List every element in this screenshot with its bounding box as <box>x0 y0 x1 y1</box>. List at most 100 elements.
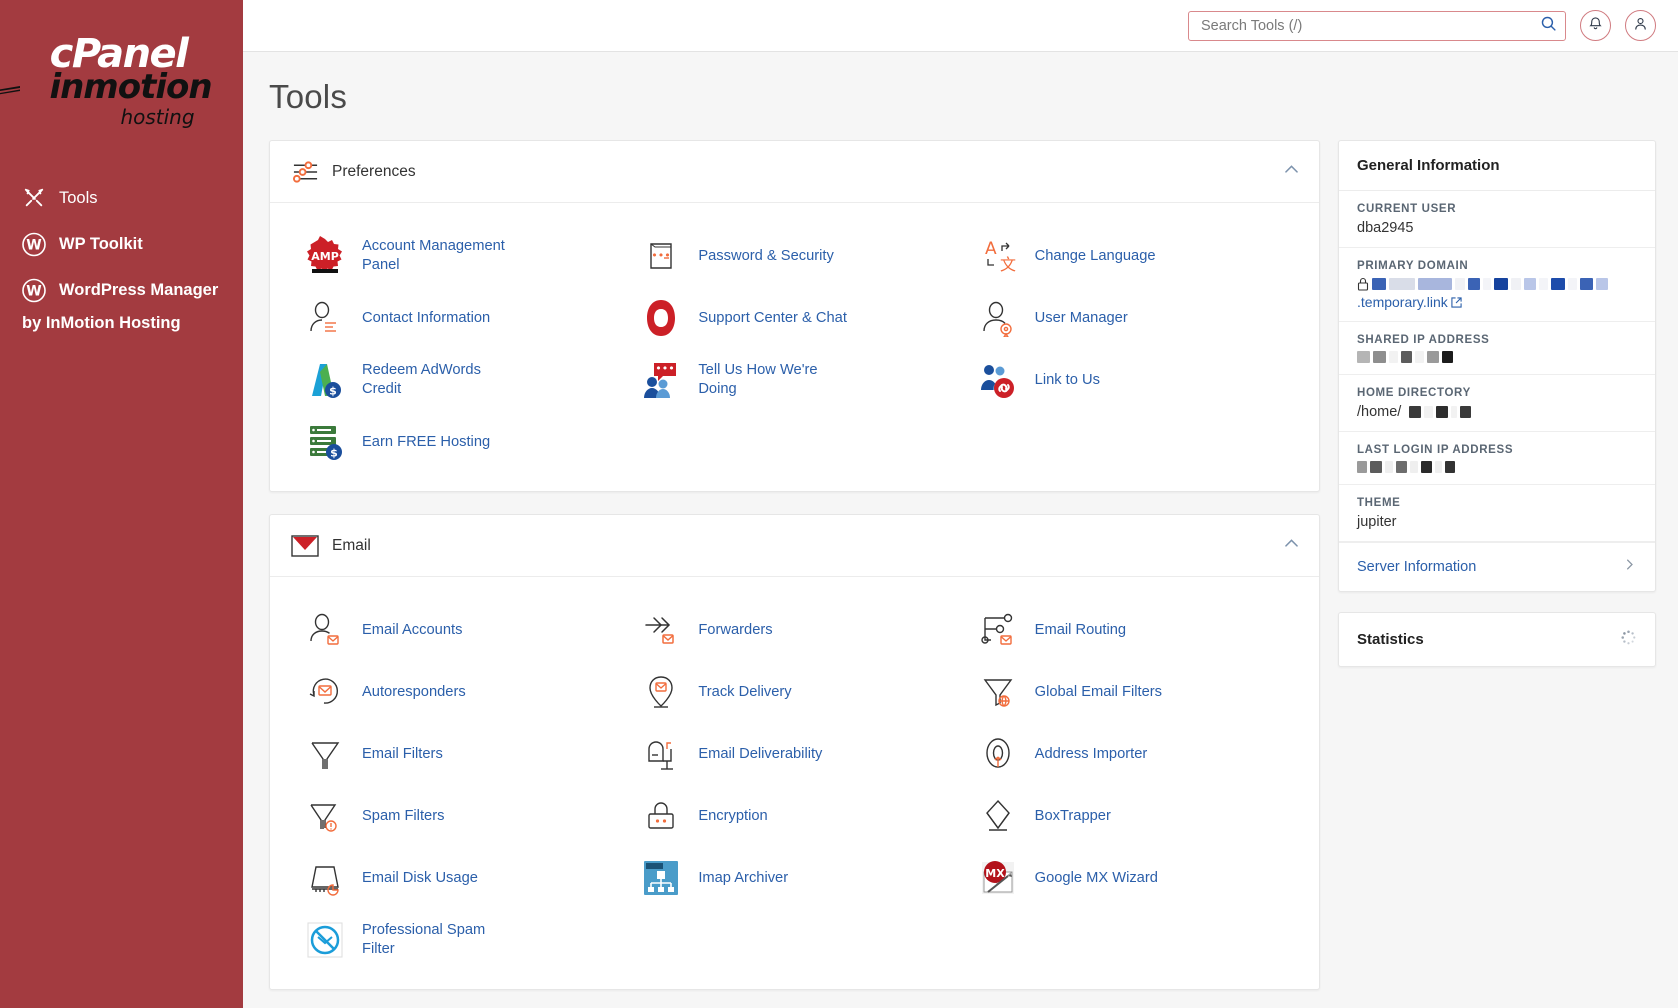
chevron-up-icon[interactable] <box>1282 160 1301 184</box>
wordpress-icon: W <box>22 232 46 256</box>
tool-account-management-panel[interactable]: AMP Account Management Panel <box>290 225 626 287</box>
brand-logo[interactable]: cPanel inmotion hosting <box>0 0 243 129</box>
tool-spam-filters[interactable]: Spam Filters <box>290 785 626 847</box>
tool-email-disk-usage[interactable]: Email Disk Usage <box>290 847 626 909</box>
tool-label: Support Center & Chat <box>698 309 847 326</box>
tool-redeem-adwords-credit[interactable]: $ Redeem AdWords Credit <box>290 349 626 411</box>
user-menu-button[interactable] <box>1625 10 1656 41</box>
global-email-filters-icon <box>975 670 1021 714</box>
svg-text:W: W <box>26 283 41 299</box>
search-input[interactable] <box>1199 16 1540 35</box>
tool-track-delivery[interactable]: Track Delivery <box>626 661 962 723</box>
feedback-icon: ••• <box>638 358 684 402</box>
tool-label: Link to Us <box>1034 371 1100 388</box>
tool-label: Forwarders <box>698 621 773 638</box>
amp-icon: AMP <box>302 234 348 278</box>
search-box[interactable] <box>1188 10 1566 41</box>
logo-inmotion-label: inmotion <box>49 67 212 107</box>
chevron-up-icon[interactable] <box>1282 534 1301 558</box>
tool-label: BoxTrapper <box>1034 807 1111 824</box>
tool-boxtrapper[interactable]: BoxTrapper <box>963 785 1299 847</box>
email-filters-icon <box>302 732 348 776</box>
sidebar-nav: Tools W WP Toolkit W WordPress Manager b… <box>0 175 243 333</box>
tool-global-email-filters[interactable]: Global Email Filters <box>963 661 1299 723</box>
info-label: HOME DIRECTORY <box>1357 387 1471 399</box>
tool-imap-archiver[interactable]: Imap Archiver <box>626 847 962 909</box>
tool-user-manager[interactable]: User Manager <box>963 287 1299 349</box>
sidebar-item-tools[interactable]: Tools <box>0 175 243 221</box>
tool-earn-free-hosting[interactable]: $ Earn FREE Hosting <box>290 411 626 473</box>
tool-google-mx-wizard[interactable]: MX Google MX Wizard <box>963 847 1299 909</box>
tool-label: Global Email Filters <box>1034 683 1162 700</box>
tool-address-importer[interactable]: Address Importer <box>963 723 1299 785</box>
boxtrapper-icon <box>975 794 1021 838</box>
info-row-home-directory: HOME DIRECTORY /home/ <box>1339 375 1655 432</box>
sidebar: cPanel inmotion hosting Tools W WP Toolk… <box>0 0 243 1008</box>
lock-icon <box>1357 277 1369 291</box>
info-row-last-login-ip-address: LAST LOGIN IP ADDRESS <box>1339 432 1655 485</box>
sidebar-item-wp-toolkit[interactable]: W WP Toolkit <box>0 221 243 267</box>
svg-text:$: $ <box>330 447 338 460</box>
tool-label: Email Routing <box>1034 621 1127 638</box>
info-row-theme: THEME jupiter <box>1339 485 1655 542</box>
sidebar-item-label: Tools <box>59 188 98 207</box>
password-icon: ••• <box>638 234 684 278</box>
info-value: .temporary.link <box>1357 277 1637 310</box>
info-row-primary-domain: PRIMARY DOMAIN .temporary.link <box>1339 248 1655 322</box>
app-root: cPanel inmotion hosting Tools W WP Toolk… <box>0 0 1678 1008</box>
user-icon <box>1633 16 1648 36</box>
wordpress-icon: W <box>22 278 46 302</box>
sidebar-item-label: WP Toolkit <box>59 234 143 253</box>
tool-label: Contact Information <box>362 309 491 326</box>
tool-label: Email Disk Usage <box>362 869 478 886</box>
tool-email-routing[interactable]: Email Routing <box>963 599 1299 661</box>
spam-filters-icon <box>302 794 348 838</box>
tool-tell-us-how-were-doing[interactable]: ••• Tell Us How We're Doing <box>626 349 962 411</box>
info-label: SHARED IP ADDRESS <box>1357 334 1490 346</box>
tool-label: Email Deliverability <box>698 745 823 762</box>
tool-autoresponders[interactable]: Autoresponders <box>290 661 626 723</box>
info-value <box>1357 461 1637 473</box>
email-disk-usage-icon <box>302 856 348 900</box>
sidebar-item-wordpress-manager[interactable]: W WordPress Manager <box>0 267 243 313</box>
search-icon[interactable] <box>1540 15 1557 37</box>
tool-contact-information[interactable]: Contact Information <box>290 287 626 349</box>
section-preferences-header[interactable]: Preferences <box>270 141 1319 203</box>
tool-support-center-chat[interactable]: Support Center & Chat <box>626 287 962 349</box>
tool-email-accounts[interactable]: Email Accounts <box>290 599 626 661</box>
statistics-title: Statistics <box>1357 631 1424 648</box>
tool-label: Tell Us How We're Doing <box>698 362 818 397</box>
info-label: PRIMARY DOMAIN <box>1357 260 1469 272</box>
contact-icon <box>302 296 348 340</box>
tool-forwarders[interactable]: Forwarders <box>626 599 962 661</box>
notifications-button[interactable] <box>1580 10 1611 41</box>
tool-link-to-us[interactable]: Link to Us <box>963 349 1299 411</box>
home-directory-prefix: /home/ <box>1357 404 1402 420</box>
tool-label: Address Importer <box>1034 745 1148 762</box>
google-mx-wizard-icon: MX <box>975 856 1021 900</box>
svg-text:•••: ••• <box>652 249 671 262</box>
info-value <box>1357 351 1637 363</box>
tool-email-filters[interactable]: Email Filters <box>290 723 626 785</box>
tool-encryption[interactable]: Encryption <box>626 785 962 847</box>
tool-label: Account Management Panel <box>362 238 505 273</box>
server-information-link[interactable]: Server Information <box>1339 542 1655 591</box>
section-preferences-body: AMP Account Management Panel ••• Passwor… <box>270 203 1319 491</box>
tool-professional-spam-filter[interactable]: Professional Spam Filter <box>290 909 626 971</box>
tool-label: Spam Filters <box>362 807 445 824</box>
tool-email-deliverability[interactable]: Email Deliverability <box>626 723 962 785</box>
general-information-panel: General Information CURRENT USER dba2945… <box>1338 140 1656 592</box>
tool-change-language[interactable]: A 文 Change Language <box>963 225 1299 287</box>
top-bar <box>243 0 1678 52</box>
tool-label: Password & Security <box>698 247 834 264</box>
address-importer-icon <box>975 732 1021 776</box>
section-email-header[interactable]: Email <box>270 515 1319 577</box>
email-accounts-icon <box>302 608 348 652</box>
tools-column: Preferences AMP Account Management Panel… <box>269 140 1320 1008</box>
main-area: Tools <box>243 0 1678 1008</box>
tool-password-security[interactable]: ••• Password & Security <box>626 225 962 287</box>
external-link-icon[interactable] <box>1451 296 1462 308</box>
tool-label: Autoresponders <box>362 683 466 700</box>
free-hosting-icon: $ <box>302 420 348 464</box>
statistics-header[interactable]: Statistics <box>1339 613 1655 666</box>
